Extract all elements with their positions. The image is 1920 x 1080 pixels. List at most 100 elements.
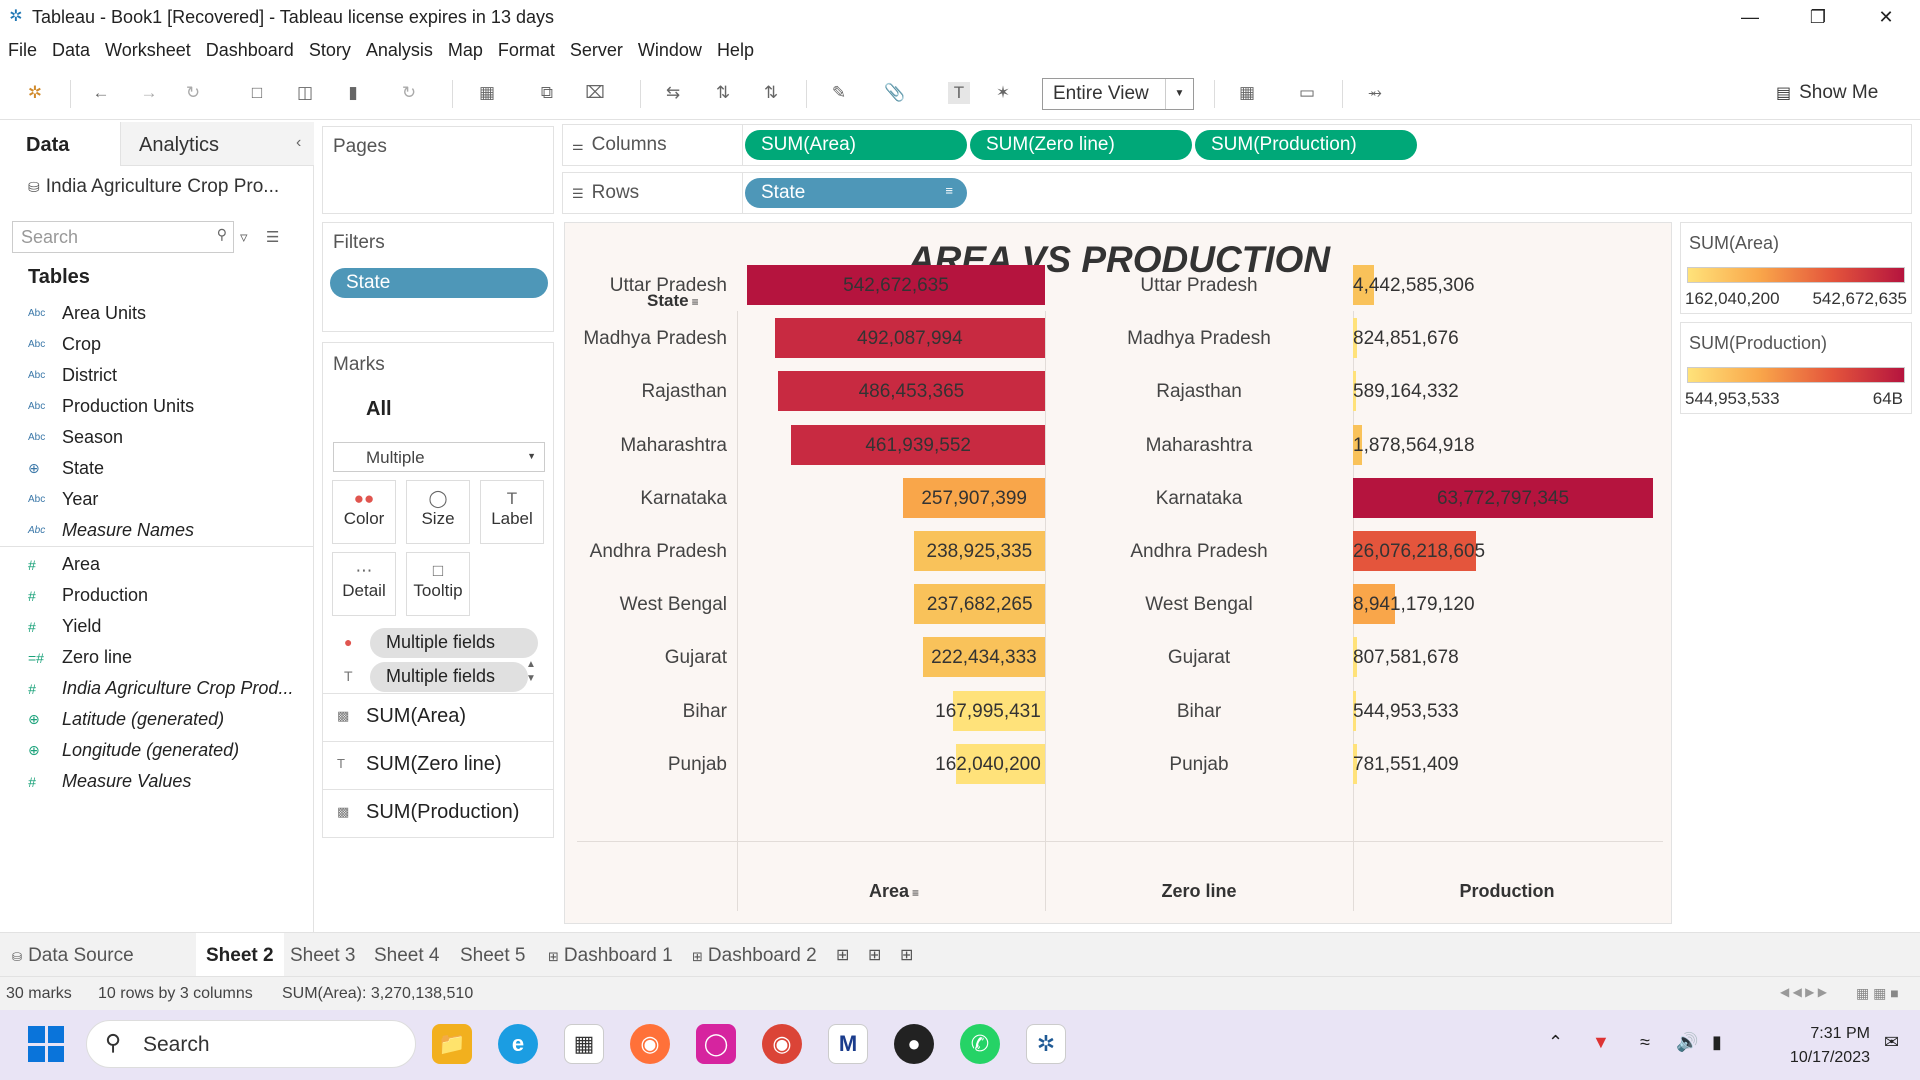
pause-update-icon[interactable]: ▮: [342, 82, 364, 104]
row-label-state[interactable]: Gujarat: [565, 647, 727, 669]
field-measure-names[interactable]: Abc Measure Names: [28, 520, 194, 541]
highlight-icon[interactable]: ✎: [828, 82, 850, 104]
field-latitude[interactable]: ⊕ Latitude (generated): [28, 709, 224, 730]
collapse-pane-icon[interactable]: ‹: [296, 134, 301, 152]
redo-icon[interactable]: →: [138, 82, 160, 104]
tab-sheet-3[interactable]: Sheet 3: [290, 945, 356, 967]
tab-analytics[interactable]: Analytics: [120, 122, 314, 166]
wifi-icon[interactable]: ≈: [1640, 1032, 1650, 1053]
field-production[interactable]: # Production: [28, 585, 148, 606]
new-datasource-icon[interactable]: ◫: [294, 82, 316, 104]
field-search-input[interactable]: Search ⚲: [12, 221, 234, 253]
axis-title-area[interactable]: Area ≡: [869, 881, 919, 902]
menu-help[interactable]: Help: [717, 40, 754, 61]
save-icon[interactable]: □: [246, 82, 268, 104]
menu-window[interactable]: Window: [638, 40, 702, 61]
group-icon[interactable]: 📎: [884, 82, 906, 104]
row-label-state[interactable]: Uttar Pradesh: [565, 275, 727, 297]
close-button[interactable]: ✕: [1852, 0, 1920, 34]
tab-data-source[interactable]: ⛁ Data Source: [12, 945, 134, 967]
scroll-arrows-icon[interactable]: ▲ ▼: [526, 658, 536, 686]
menu-worksheet[interactable]: Worksheet: [105, 40, 191, 61]
tab-dashboard-2[interactable]: ⊞ Dashboard 2: [692, 945, 817, 967]
new-dashboard-icon[interactable]: ⊞: [868, 945, 881, 965]
fit-select[interactable]: Entire View ▼: [1042, 78, 1194, 110]
menu-format[interactable]: Format: [498, 40, 555, 61]
volume-icon[interactable]: 🔊: [1676, 1032, 1698, 1053]
tooltip-button[interactable]: □ Tooltip: [406, 552, 470, 616]
sort-ascending-icon[interactable]: ⇅: [712, 82, 734, 104]
field-area-units[interactable]: Abc Area Units: [28, 303, 146, 324]
marks-sum-production[interactable]: SUM(Production): [366, 801, 519, 824]
tab-sheet-2[interactable]: Sheet 2: [196, 933, 284, 977]
marks-pill-label[interactable]: Multiple fields: [370, 662, 528, 692]
github-icon[interactable]: ●: [894, 1024, 934, 1064]
tableau-logo-icon[interactable]: ✲: [24, 82, 46, 104]
show-labels-icon[interactable]: T: [948, 82, 970, 104]
row-label-state[interactable]: Bihar: [565, 701, 727, 723]
field-longitude[interactable]: ⊕ Longitude (generated): [28, 740, 239, 761]
sort-descending-icon[interactable]: ⇅: [760, 82, 782, 104]
datasource-name[interactable]: ⛁ India Agriculture Crop Pro...: [28, 176, 279, 198]
row-label-state[interactable]: Maharashtra: [565, 435, 727, 457]
column-pill-sum-production[interactable]: SUM(Production): [1195, 130, 1417, 160]
tab-sheet-4[interactable]: Sheet 4: [374, 945, 440, 967]
legend-sum-production[interactable]: SUM(Production) 544,953,533 64B: [1680, 322, 1912, 414]
field-district[interactable]: Abc District: [28, 365, 117, 386]
field-yield[interactable]: # Yield: [28, 616, 101, 637]
field-crop[interactable]: Abc Crop: [28, 334, 101, 355]
tab-dashboard-1[interactable]: ⊞ Dashboard 1: [548, 945, 673, 967]
filter-pill-state[interactable]: State: [330, 268, 548, 298]
menu-data[interactable]: Data: [52, 40, 90, 61]
field-area[interactable]: # Area: [28, 554, 100, 575]
row-label-state[interactable]: Karnataka: [565, 488, 727, 510]
duplicate-icon[interactable]: ⧉: [536, 82, 558, 104]
row-label-state[interactable]: Rajasthan: [565, 381, 727, 403]
whatsapp-icon[interactable]: ✆: [960, 1024, 1000, 1064]
replay-icon[interactable]: ↻: [182, 82, 204, 104]
show-cards-icon[interactable]: ▦: [1236, 82, 1258, 104]
menu-server[interactable]: Server: [570, 40, 623, 61]
mark-type-select[interactable]: Multiple ▼: [333, 442, 545, 472]
field-record-count[interactable]: # India Agriculture Crop Prod...: [28, 678, 293, 699]
battery-icon[interactable]: ▮: [1712, 1032, 1722, 1053]
field-measure-values[interactable]: # Measure Values: [28, 771, 191, 792]
file-explorer-icon[interactable]: 📁: [432, 1024, 472, 1064]
chevron-up-icon[interactable]: ⌃: [1548, 1032, 1563, 1053]
fix-axes-icon[interactable]: ✶: [992, 82, 1014, 104]
show-me-button[interactable]: ▤ Show Me: [1776, 82, 1878, 104]
tab-sheet-5[interactable]: Sheet 5: [460, 945, 526, 967]
share-icon[interactable]: ⥇: [1364, 82, 1386, 104]
instagram-icon[interactable]: ◯: [696, 1024, 736, 1064]
chrome-icon[interactable]: ◉: [762, 1024, 802, 1064]
windows-start-icon[interactable]: [28, 1026, 64, 1062]
tab-data[interactable]: Data: [0, 122, 120, 166]
presentation-icon[interactable]: ▭: [1296, 82, 1318, 104]
menu-analysis[interactable]: Analysis: [366, 40, 433, 61]
field-state[interactable]: ⊕ State: [28, 458, 104, 479]
column-pill-sum-area[interactable]: SUM(Area): [745, 130, 967, 160]
menu-story[interactable]: Story: [309, 40, 351, 61]
menu-dashboard[interactable]: Dashboard: [206, 40, 294, 61]
new-worksheet-icon[interactable]: ⊞: [836, 945, 849, 965]
detail-button[interactable]: ⋯ Detail: [332, 552, 396, 616]
view-grid-icon[interactable]: ▦ ▦ ■: [1856, 985, 1899, 1002]
row-label-state[interactable]: Madhya Pradesh: [565, 328, 727, 350]
row-label-state[interactable]: Andhra Pradesh: [565, 541, 727, 563]
menu-file[interactable]: File: [8, 40, 37, 61]
row-label-state[interactable]: West Bengal: [565, 594, 727, 616]
filter-icon[interactable]: ▿: [240, 228, 248, 246]
axis-title-zero-line[interactable]: Zero line: [1045, 881, 1353, 902]
tableau-taskbar-icon[interactable]: ✲: [1026, 1024, 1066, 1064]
taskbar-search-input[interactable]: ⚲ Search: [86, 1020, 416, 1068]
field-production-units[interactable]: Abc Production Units: [28, 396, 194, 417]
field-zero-line[interactable]: =# Zero line: [28, 647, 132, 668]
restore-button[interactable]: ❐: [1784, 0, 1852, 34]
notification-icon[interactable]: ✉: [1884, 1032, 1899, 1053]
swap-icon[interactable]: ⇆: [662, 82, 684, 104]
row-pill-state[interactable]: State ≡: [745, 178, 967, 208]
legend-sum-area[interactable]: SUM(Area) 162,040,200 542,672,635: [1680, 222, 1912, 314]
nav-arrows-icon[interactable]: ◀ ◀ ▶ ▶: [1780, 985, 1827, 999]
edge-icon[interactable]: e: [498, 1024, 538, 1064]
new-worksheet-icon[interactable]: ▦: [476, 82, 498, 104]
